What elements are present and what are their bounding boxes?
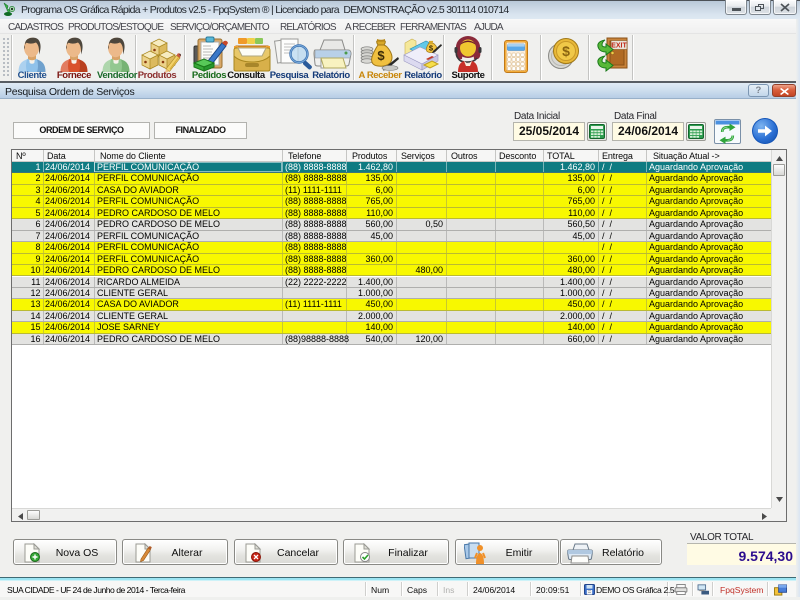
svg-text:$: $ — [377, 48, 385, 63]
svg-text:$: $ — [562, 43, 570, 59]
svg-text:EXIT: EXIT — [611, 43, 627, 50]
